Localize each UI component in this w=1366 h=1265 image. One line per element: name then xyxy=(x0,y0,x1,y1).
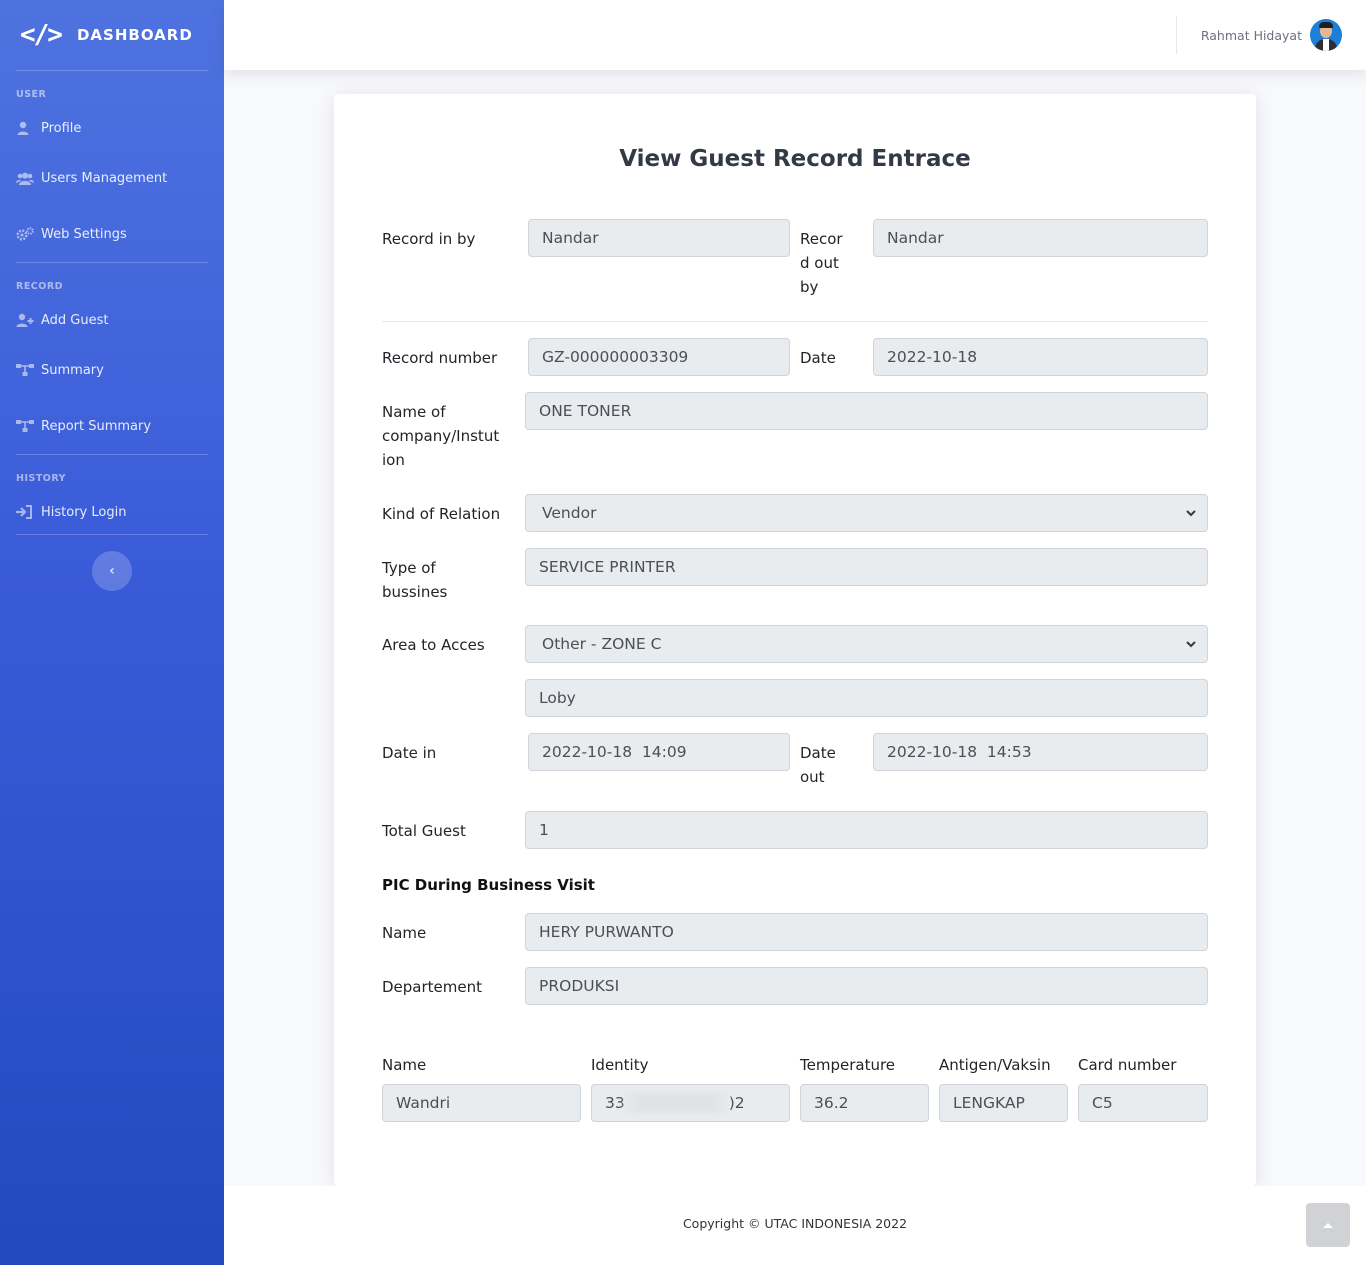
user-icon xyxy=(16,121,41,135)
business-type-label: Type of bussines xyxy=(382,559,448,601)
sidebar-item-add-guest[interactable]: Add Guest xyxy=(0,298,224,342)
guest-card-header: Card number xyxy=(1078,1056,1177,1074)
guest-identity-field[interactable]: 33 )2 xyxy=(591,1084,790,1122)
users-icon xyxy=(16,172,41,185)
sidebar-heading-record: RECORD xyxy=(16,281,64,292)
guest-temperature-header: Temperature xyxy=(800,1056,896,1074)
sidebar-divider xyxy=(16,534,208,535)
guest-antigen-header: Antigen/Vaksin xyxy=(939,1056,1051,1074)
page-title: View Guest Record Entrace xyxy=(619,146,971,172)
pic-section-heading: PIC During Business Visit xyxy=(382,876,595,894)
total-guest-label: Total Guest xyxy=(382,822,466,840)
area-label: Area to Acces xyxy=(382,636,485,654)
chevron-down-icon xyxy=(1186,510,1196,517)
redaction-blur xyxy=(622,1093,730,1113)
footer: Copyright © UTAC INDONESIA 2022 xyxy=(224,1186,1366,1265)
sidebar-item-web-settings[interactable]: Web Settings xyxy=(0,206,224,262)
sign-in-icon xyxy=(16,505,41,519)
guest-antigen-field[interactable]: LENGKAP xyxy=(939,1084,1068,1122)
date-in-label: Date in xyxy=(382,744,437,762)
guest-temperature-field[interactable]: 36.2 xyxy=(800,1084,929,1122)
chevron-left-icon: ‹ xyxy=(109,563,115,579)
record-number-field[interactable]: GZ-000000003309 xyxy=(528,338,790,376)
guest-identity-header: Identity xyxy=(591,1056,649,1074)
pic-department-field[interactable]: PRODUKSI xyxy=(525,967,1208,1005)
sidebar: </> DASHBOARD USER Profile Users Managem… xyxy=(0,0,224,1265)
code-icon: </> xyxy=(20,20,63,50)
guest-card-field[interactable]: C5 xyxy=(1078,1084,1208,1122)
record-number-label: Record number xyxy=(382,349,498,367)
sidebar-item-label: Profile xyxy=(41,120,82,136)
sitemap-icon xyxy=(16,363,41,377)
area-select[interactable]: Other - ZONE C xyxy=(525,625,1208,663)
sidebar-item-label: Web Settings xyxy=(41,226,127,242)
guest-name-header: Name xyxy=(382,1056,427,1074)
sidebar-brand[interactable]: </> DASHBOARD xyxy=(0,0,224,70)
chevron-down-icon xyxy=(1186,641,1196,648)
sidebar-heading-history: HISTORY xyxy=(16,473,67,484)
sidebar-item-history-login[interactable]: History Login xyxy=(0,490,224,534)
record-out-by-label: Recor d out by xyxy=(800,230,843,296)
scroll-to-top-button[interactable] xyxy=(1306,1203,1350,1247)
sidebar-heading-user: USER xyxy=(16,89,47,100)
record-in-by-label: Record in by xyxy=(382,230,476,248)
sidebar-item-users-management[interactable]: Users Management xyxy=(0,150,224,206)
company-field[interactable]: ONE TONER xyxy=(525,392,1208,430)
sidebar-item-label: Add Guest xyxy=(41,312,109,328)
brand-title: DASHBOARD xyxy=(76,26,193,44)
relation-label: Kind of Relation xyxy=(382,505,501,523)
pic-name-field[interactable]: HERY PURWANTO xyxy=(525,913,1208,951)
caret-up-icon xyxy=(1323,1223,1333,1228)
sidebar-toggle-button[interactable]: ‹ xyxy=(92,551,132,591)
business-type-field[interactable]: SERVICE PRINTER xyxy=(525,548,1208,586)
total-guest-field[interactable]: 1 xyxy=(525,811,1208,849)
topbar: Rahmat Hidayat xyxy=(224,0,1366,70)
area-selected-value: Other - ZONE C xyxy=(542,635,662,653)
area-detail-field[interactable]: Loby xyxy=(525,679,1208,717)
date-out-label: Date out xyxy=(800,744,836,786)
user-name[interactable]: Rahmat Hidayat xyxy=(1201,28,1302,43)
record-out-by-field[interactable]: Nandar xyxy=(873,219,1208,257)
form-divider xyxy=(382,321,1208,322)
sidebar-item-label: History Login xyxy=(41,504,127,520)
avatar[interactable] xyxy=(1310,19,1342,51)
pic-name-label: Name xyxy=(382,924,427,942)
user-plus-icon xyxy=(16,313,41,327)
date-in-field[interactable]: 2022-10-18 14:09 xyxy=(528,733,790,771)
sidebar-item-report-summary[interactable]: Report Summary xyxy=(0,398,224,454)
relation-select[interactable]: Vendor xyxy=(525,494,1208,532)
copyright-text: Copyright © UTAC INDONESIA 2022 xyxy=(682,1216,908,1231)
date-out-field[interactable]: 2022-10-18 14:53 xyxy=(873,733,1208,771)
sitemap-icon xyxy=(16,419,41,433)
sidebar-item-summary[interactable]: Summary xyxy=(0,342,224,398)
sidebar-item-label: Summary xyxy=(41,362,104,378)
sidebar-item-label: Report Summary xyxy=(41,418,152,434)
identity-suffix: )2 xyxy=(728,1094,745,1112)
guest-name-field[interactable]: Wandri xyxy=(382,1084,581,1122)
topbar-divider xyxy=(1175,16,1177,54)
date-field[interactable]: 2022-10-18 xyxy=(873,338,1208,376)
company-label: Name of company/Instut ion xyxy=(382,403,500,469)
sidebar-item-label: Users Management xyxy=(41,170,168,186)
sidebar-item-profile[interactable]: Profile xyxy=(0,106,224,150)
guest-record-card: View Guest Record Entrace Record in by N… xyxy=(334,94,1256,1186)
cogs-icon xyxy=(16,227,41,241)
date-label: Date xyxy=(800,349,836,367)
relation-selected-value: Vendor xyxy=(542,504,597,522)
pic-department-label: Departement xyxy=(382,978,482,996)
record-in-by-field[interactable]: Nandar xyxy=(528,219,790,257)
